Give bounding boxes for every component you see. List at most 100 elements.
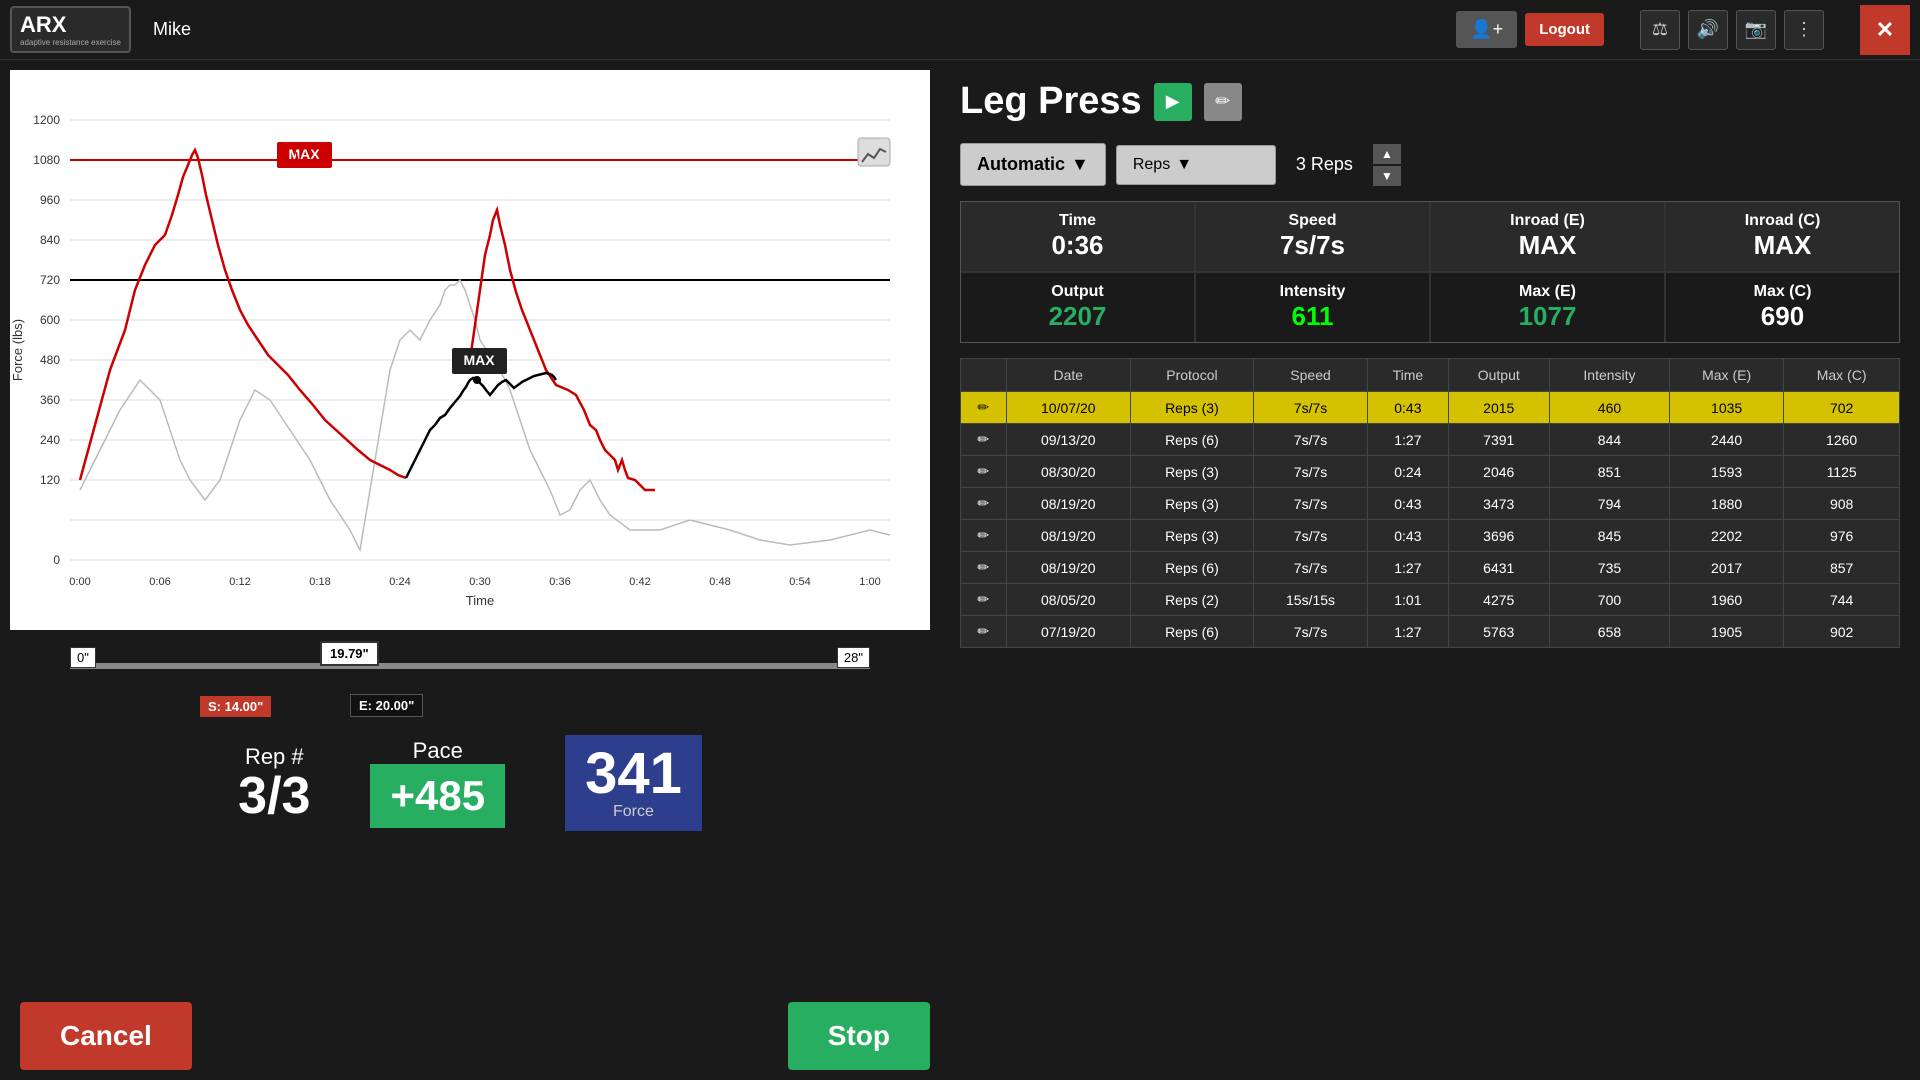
max-c-cell: 1260 bbox=[1784, 424, 1900, 456]
cancel-button[interactable]: Cancel bbox=[20, 1002, 192, 1070]
add-user-button[interactable]: 👤+ bbox=[1456, 11, 1517, 48]
max-c-cell: 744 bbox=[1784, 584, 1900, 616]
table-row: ✏08/05/20Reps (2)15s/15s1:01427570019607… bbox=[961, 584, 1900, 616]
output-cell: Output 2207 bbox=[961, 273, 1194, 342]
inroad-c-header-cell: Inroad (C) MAX bbox=[1666, 202, 1899, 271]
play-button[interactable]: ▶ bbox=[1154, 83, 1192, 121]
intensity-cell: 845 bbox=[1549, 520, 1669, 552]
user-name: Mike bbox=[153, 19, 191, 40]
edit-cell[interactable]: ✏ bbox=[961, 456, 1007, 488]
logo-sub: adaptive resistance exercise bbox=[20, 38, 121, 47]
history-data-table: Date Protocol Speed Time Output Intensit… bbox=[960, 358, 1900, 648]
protocol-cell: Reps (6) bbox=[1130, 424, 1253, 456]
svg-text:0:54: 0:54 bbox=[789, 576, 810, 588]
edit-cell[interactable]: ✏ bbox=[961, 520, 1007, 552]
reps-stepper: ▲ ▼ bbox=[1373, 144, 1401, 186]
col-speed: Speed bbox=[1253, 359, 1367, 392]
reps-display: 3 Reps bbox=[1286, 154, 1363, 175]
speed-cell: 15s/15s bbox=[1253, 584, 1367, 616]
protocol-dropdown[interactable]: Reps ▼ bbox=[1116, 145, 1276, 185]
speed-cell: 7s/7s bbox=[1253, 456, 1367, 488]
reps-down-button[interactable]: ▼ bbox=[1373, 166, 1401, 186]
time-cell: 1:27 bbox=[1368, 552, 1448, 584]
logout-button[interactable]: Logout bbox=[1525, 13, 1604, 46]
svg-text:0: 0 bbox=[53, 553, 60, 567]
rep-info-row: Rep # 3/3 Pace +485 341 Force bbox=[10, 735, 930, 831]
edit-cell[interactable]: ✏ bbox=[961, 616, 1007, 648]
date-cell: 08/19/20 bbox=[1006, 552, 1130, 584]
output-cell: 7391 bbox=[1448, 424, 1549, 456]
scale-icon-button[interactable]: ⚖ bbox=[1640, 10, 1680, 50]
protocol-cell: Reps (6) bbox=[1130, 552, 1253, 584]
svg-text:Time: Time bbox=[466, 593, 494, 608]
controls-row: Automatic ▼ Reps ▼ 3 Reps ▲ ▼ bbox=[960, 143, 1900, 186]
svg-text:240: 240 bbox=[40, 433, 60, 447]
max-c-cell: 857 bbox=[1784, 552, 1900, 584]
edit-cell[interactable]: ✏ bbox=[961, 488, 1007, 520]
intensity-cell: 735 bbox=[1549, 552, 1669, 584]
output-cell: 2015 bbox=[1448, 392, 1549, 424]
max-e-cell: 2202 bbox=[1669, 520, 1783, 552]
end-range-label: E: 20.00" bbox=[350, 694, 423, 717]
speed-cell: 7s/7s bbox=[1253, 424, 1367, 456]
header-right: 👤+ Logout ⚖ 🔊 📷 ⋮ ✕ bbox=[1456, 5, 1910, 55]
edit-cell[interactable]: ✏ bbox=[961, 392, 1007, 424]
table-row: ✏08/19/20Reps (3)7s/7s0:4336968452202976 bbox=[961, 520, 1900, 552]
right-panel: Leg Press ▶ ✏ Automatic ▼ Reps ▼ 3 Reps … bbox=[940, 60, 1920, 1080]
protocol-cell: Reps (3) bbox=[1130, 520, 1253, 552]
max-e-cell: Max (E) 1077 bbox=[1431, 273, 1664, 342]
edit-cell[interactable]: ✏ bbox=[961, 424, 1007, 456]
header: ARX adaptive resistance exercise Mike 👤+… bbox=[0, 0, 1920, 60]
speed-cell: 7s/7s bbox=[1253, 392, 1367, 424]
pace-label: Pace bbox=[370, 738, 505, 764]
close-button[interactable]: ✕ bbox=[1860, 5, 1910, 55]
max-e-cell: 1880 bbox=[1669, 488, 1783, 520]
mode-dropdown[interactable]: Automatic ▼ bbox=[960, 143, 1106, 186]
svg-text:840: 840 bbox=[40, 233, 60, 247]
col-max-c: Max (C) bbox=[1784, 359, 1900, 392]
history-table: Date Protocol Speed Time Output Intensit… bbox=[960, 358, 1900, 1060]
col-output: Output bbox=[1448, 359, 1549, 392]
intensity-cell: 460 bbox=[1549, 392, 1669, 424]
date-cell: 08/30/20 bbox=[1006, 456, 1130, 488]
col-time: Time bbox=[1368, 359, 1448, 392]
intensity-cell: 844 bbox=[1549, 424, 1669, 456]
date-cell: 08/05/20 bbox=[1006, 584, 1130, 616]
menu-icon-button[interactable]: ⋮ bbox=[1784, 10, 1824, 50]
volume-icon-button[interactable]: 🔊 bbox=[1688, 10, 1728, 50]
max-e-cell: 1905 bbox=[1669, 616, 1783, 648]
logo-text: ARX bbox=[20, 12, 66, 37]
col-protocol: Protocol bbox=[1130, 359, 1253, 392]
rep-number-section: Rep # 3/3 bbox=[238, 744, 310, 822]
svg-text:MAX: MAX bbox=[463, 352, 495, 368]
reps-up-button[interactable]: ▲ bbox=[1373, 144, 1401, 164]
protocol-cell: Reps (2) bbox=[1130, 584, 1253, 616]
intensity-cell: 794 bbox=[1549, 488, 1669, 520]
output-cell: 5763 bbox=[1448, 616, 1549, 648]
protocol-cell: Reps (3) bbox=[1130, 456, 1253, 488]
col-edit bbox=[961, 359, 1007, 392]
table-row: ✏08/19/20Reps (6)7s/7s1:2764317352017857 bbox=[961, 552, 1900, 584]
camera-icon-button[interactable]: 📷 bbox=[1736, 10, 1776, 50]
date-cell: 08/19/20 bbox=[1006, 520, 1130, 552]
edit-cell[interactable]: ✏ bbox=[961, 552, 1007, 584]
svg-text:600: 600 bbox=[40, 313, 60, 327]
current-position-marker: 19.79" bbox=[320, 641, 379, 666]
rep-value: 3/3 bbox=[238, 770, 310, 822]
max-c-cell: 902 bbox=[1784, 616, 1900, 648]
stop-button[interactable]: Stop bbox=[788, 1002, 930, 1070]
date-cell: 09/13/20 bbox=[1006, 424, 1130, 456]
max-c-cell: Max (C) 690 bbox=[1666, 273, 1899, 342]
table-row: ✏09/13/20Reps (6)7s/7s1:2773918442440126… bbox=[961, 424, 1900, 456]
max-e-cell: 1960 bbox=[1669, 584, 1783, 616]
svg-text:360: 360 bbox=[40, 393, 60, 407]
end-marker: 28" bbox=[837, 647, 870, 668]
date-cell: 10/07/20 bbox=[1006, 392, 1130, 424]
pace-value: +485 bbox=[370, 764, 505, 828]
chart-wrapper: 1200 1080 960 840 720 600 480 360 240 12… bbox=[10, 70, 930, 630]
svg-text:1200: 1200 bbox=[33, 113, 60, 127]
edit-cell[interactable]: ✏ bbox=[961, 584, 1007, 616]
intensity-cell: 700 bbox=[1549, 584, 1669, 616]
date-cell: 07/19/20 bbox=[1006, 616, 1130, 648]
edit-button[interactable]: ✏ bbox=[1204, 83, 1242, 121]
